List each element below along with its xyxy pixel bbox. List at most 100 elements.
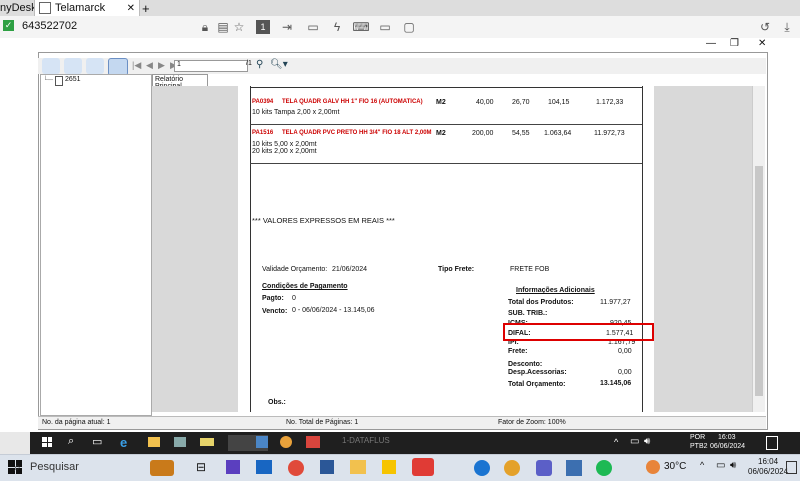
lang-layout[interactable]: PTB2 [690,443,708,450]
obs-label: Obs.: [268,399,286,406]
chat-icon[interactable]: ▭ [306,20,320,34]
network-icon[interactable]: ▭ [630,436,639,447]
info-title: Informações Adicionais [516,287,595,294]
chrome-icon[interactable] [504,460,520,476]
item-unit: M2 [436,130,446,137]
tray-chevron-icon[interactable]: ^ [700,460,704,470]
outlook-icon[interactable] [256,460,272,474]
windows-start-icon[interactable] [42,437,52,447]
star-icon[interactable]: ☆ [232,20,246,34]
zoom-icon[interactable]: 🔍︎▾ [270,59,288,70]
print-icon[interactable] [64,58,82,74]
condicoes-title: Condições de Pagamento [262,283,348,290]
report-page: PA0394 TELA QUADR GALV HH 1" FIO 16 (AUT… [238,86,654,412]
input-icon[interactable]: ▢ [402,20,416,34]
binoculars-icon[interactable]: ⚲ [256,59,263,70]
work-icon[interactable] [150,460,174,476]
chrome-icon[interactable] [288,460,304,476]
display-icon[interactable]: ▭ [378,20,392,34]
spotify-icon[interactable] [596,460,612,476]
restore-icon[interactable]: ❐ [730,38,739,49]
volume-icon[interactable]: 🔊︎ [644,436,650,447]
group-tree-panel: └─ 2651 [40,74,152,416]
download-icon[interactable]: ⤓ [780,20,794,34]
item-total: 1.172,33 [596,99,624,106]
vertical-scrollbar[interactable] [752,86,765,412]
network-icon[interactable]: ▭ [716,460,725,471]
remote-clock-date[interactable]: 06/06/2024 [710,443,745,450]
tree-item[interactable]: 2651 [65,76,81,83]
app-icon[interactable] [256,436,268,448]
next-page-icon[interactable]: ▶ [158,60,165,71]
edge-icon[interactable] [474,460,490,476]
monitor-1-button[interactable]: 1 [256,20,270,34]
notification-icon[interactable] [786,461,797,474]
chrome-icon[interactable] [280,436,292,448]
search-box[interactable]: Pesquisar [30,461,79,473]
scroll-thumb[interactable] [755,166,763,396]
row-separator [250,124,642,125]
anydesk-icon[interactable] [412,458,434,476]
refresh-icon[interactable] [86,58,104,74]
item-total: 11.972,73 [594,130,625,137]
total-label: Total dos Produtos: [508,299,574,306]
action-icon[interactable]: ϟ [330,20,344,34]
clock-time[interactable]: 16:04 [758,457,778,466]
anydesk-tabbar: nyDesk Telamarck ✕ + [0,0,800,17]
file-explorer-icon[interactable] [350,460,366,474]
app-name: nyDesk [0,2,37,14]
total-label: Desconto: [508,361,543,368]
prev-page-icon[interactable]: ◀ [146,60,153,71]
keyboard-icon[interactable]: ⌨ [352,20,369,34]
item-note: 20 kits 2,00 x 2,00mt [252,148,317,155]
app-icon[interactable] [566,460,582,476]
total-label: SUB. TRIB.: [508,310,548,317]
transfer-icon[interactable]: ⇥ [280,20,294,34]
search-icon[interactable]: ⌕ [68,435,74,448]
export-icon[interactable] [42,58,60,74]
new-tab-button[interactable]: + [142,0,150,16]
app-icon[interactable] [382,460,396,474]
anydesk-icon[interactable] [306,436,320,448]
app-icon[interactable] [174,437,186,447]
item-desc: TELA QUADR PVC PRETO HH 3/4" FIO 18 ALT … [282,130,432,136]
file-explorer-icon[interactable] [148,437,160,447]
item-note: 10 kits Tampa 2,00 x 2,00mt [252,109,340,116]
first-page-icon[interactable]: |◀ [132,60,141,71]
pagto-value: 0 [292,295,296,302]
ie-icon[interactable]: e [120,435,127,450]
lang-label[interactable]: POR [690,434,705,441]
total-value: 11.977,27 [600,299,631,306]
tray-chevron-icon[interactable]: ^ [614,437,618,447]
volume-icon[interactable]: 🔊︎ [730,460,736,471]
clock-date[interactable]: 06/06/2024 [748,467,788,476]
total-label: Frete: [508,348,528,355]
task-view-icon[interactable]: ▭ [92,435,102,448]
header-line [250,87,642,88]
item-val: 104,15 [548,99,570,106]
app-icon[interactable] [226,460,240,474]
app-icon[interactable] [200,438,214,446]
task-view-icon[interactable]: ⊟ [196,460,206,474]
lock-icon[interactable]: 🔒︎ [198,20,212,34]
address-field[interactable]: 643522702 [22,20,77,32]
teams-icon[interactable] [536,460,552,476]
left-margin-line [250,86,251,412]
status-zoom: Fator de Zoom: 100% [498,419,566,426]
remote-clock-time[interactable]: 16:03 [718,434,736,441]
page-input[interactable]: 1 [174,60,248,72]
validade-label: Validade Orçamento: [262,266,328,273]
history-icon[interactable]: ↺ [758,20,772,34]
close-tab-icon[interactable]: ✕ [127,3,135,14]
tab-telamarck[interactable]: Telamarck ✕ [34,0,140,16]
weather-temp[interactable]: 30°C [664,461,686,472]
close-window-icon[interactable]: ✕ [758,38,766,49]
item-desc: TELA QUADR GALV HH 1" FIO 16 (AUTOMATICA… [282,99,423,105]
tipo-frete-value: FRETE FOB [510,266,550,273]
monitor-icon [39,2,51,14]
storage-icon[interactable]: ▤ [216,20,230,34]
notification-icon[interactable] [766,436,778,450]
app-icon[interactable] [320,460,334,474]
remote-taskbar: ⌕ ▭ e 1-DATAFLUS ^ ▭ 🔊︎ POR PTB2 16:03 0… [30,432,800,454]
minimize-icon[interactable]: — [706,38,716,49]
